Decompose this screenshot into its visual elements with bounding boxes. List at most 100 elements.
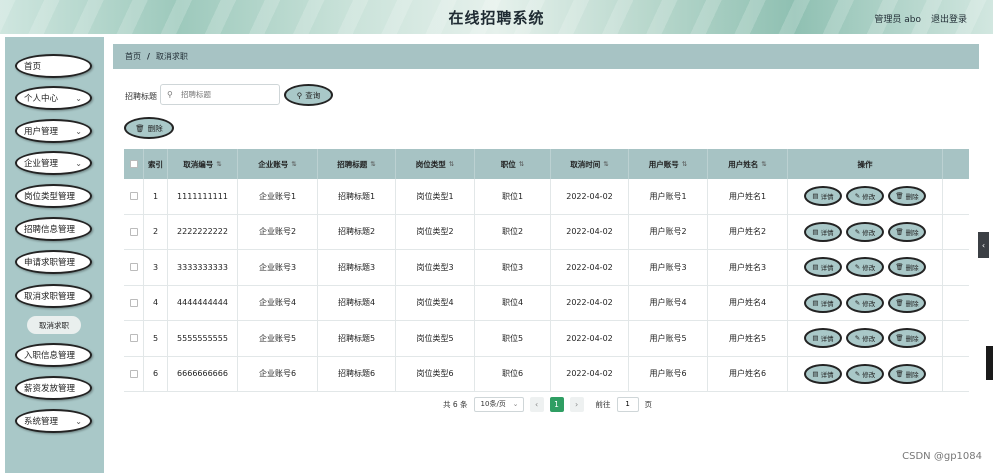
sidebar-item[interactable]: 系统管理 ⌄	[15, 409, 92, 433]
table-cell: 用户姓名1	[708, 179, 788, 214]
column-header-label: 岗位类型	[415, 159, 446, 169]
sidebar-item[interactable]: 岗位类型管理	[15, 184, 92, 208]
breadcrumb-home[interactable]: 首页	[125, 51, 141, 62]
table-cell: 4444444444	[168, 285, 238, 320]
admin-user-label[interactable]: 管理员 abo	[874, 12, 921, 25]
row-checkbox[interactable]	[129, 369, 138, 378]
table-cell: 3	[144, 250, 168, 285]
column-header[interactable]: 取消编号 ⇅	[168, 149, 238, 179]
column-header-label: 职位	[500, 159, 516, 169]
sidebar-item[interactable]: 申请求职管理	[15, 250, 92, 274]
next-page-button[interactable]: ›	[569, 396, 584, 412]
sidebar-item[interactable]: 招聘信息管理	[15, 217, 92, 241]
sort-icon[interactable]: ⇅	[761, 160, 766, 168]
row-checkbox-cell	[124, 179, 144, 214]
table-cell: 用户账号5	[629, 321, 708, 356]
detail-button[interactable]: ▤ 详情	[804, 221, 842, 242]
table-cell: 2	[144, 214, 168, 249]
sidebar-item-label: 系统管理	[24, 417, 59, 427]
column-header[interactable]: 用户账号 ⇅	[629, 149, 708, 179]
row-checkbox[interactable]	[129, 192, 138, 201]
sidebar-item-label: 入职信息管理	[24, 351, 76, 361]
sort-icon[interactable]: ⇅	[291, 160, 296, 168]
sort-icon[interactable]: ⇅	[519, 160, 524, 168]
sort-icon[interactable]: ⇅	[603, 160, 608, 168]
table-cell: 2022-04-02	[551, 356, 629, 391]
column-header[interactable]: 职位 ⇅	[475, 149, 551, 179]
delete-button[interactable]: 🗑 删除	[888, 363, 926, 384]
row-checkbox-cell	[124, 321, 144, 356]
detail-button[interactable]: ▤ 详情	[804, 363, 842, 384]
delete-button[interactable]: 🗑 删除	[888, 221, 926, 242]
table-cell: 职位4	[475, 285, 551, 320]
breadcrumb-separator: /	[147, 52, 150, 61]
delete-button-label: 删除	[147, 123, 163, 133]
delete-button[interactable]: 🗑 删除	[888, 292, 926, 313]
column-header[interactable]: 取消时间 ⇅	[551, 149, 629, 179]
select-all-checkbox[interactable]	[129, 160, 138, 168]
pencil-icon: ✎	[854, 192, 861, 201]
delete-button[interactable]: 🗑 删除	[888, 328, 926, 349]
edit-button-label: 修改	[862, 193, 876, 202]
sidebar-item[interactable]: 入职信息管理	[15, 343, 92, 367]
breadcrumb: 首页 / 取消求职	[113, 44, 979, 69]
row-actions: ▤ 详情 ✎ 修改 🗑 删除	[788, 356, 943, 391]
detail-button[interactable]: ▤ 详情	[804, 328, 842, 349]
table-cell: 招聘标题1	[318, 179, 396, 214]
search-input[interactable]	[160, 84, 280, 105]
chevron-down-icon: ⌄	[75, 159, 82, 168]
delete-button[interactable]: 🗑 删除	[888, 186, 926, 207]
delete-button-label: 删除	[905, 193, 919, 202]
table-row: 6 6666666666 企业账号6 招聘标题6 岗位类型6 职位6 2022-04-02 用…	[124, 356, 969, 392]
submenu-item-cancel[interactable]: 取消求职	[27, 316, 81, 334]
table-cell: 岗位类型5	[396, 321, 475, 356]
delete-button[interactable]: 🗑 删除	[888, 257, 926, 278]
sort-icon[interactable]: ⇅	[449, 160, 454, 168]
edit-button[interactable]: ✎ 修改	[846, 221, 884, 242]
table-cell: 2222222222	[168, 214, 238, 249]
column-header[interactable]: 企业账号 ⇅	[238, 149, 318, 179]
sidebar-item[interactable]: 薪资发放管理	[15, 376, 92, 400]
row-checkbox[interactable]	[129, 334, 138, 343]
prev-page-button[interactable]: ‹	[529, 396, 544, 412]
sidebar-item[interactable]: 取消求职管理	[15, 284, 92, 308]
table-row: 1 1111111111 企业账号1 招聘标题1 岗位类型1 职位1 2022-04-02 用…	[124, 179, 969, 215]
detail-button[interactable]: ▤ 详情	[804, 257, 842, 278]
edit-button[interactable]: ✎ 修改	[846, 363, 884, 384]
chevron-left-icon[interactable]: ‹	[978, 232, 989, 258]
batch-delete-button[interactable]: 🗑 删除	[124, 117, 174, 139]
sort-icon[interactable]: ⇅	[370, 160, 375, 168]
row-checkbox[interactable]	[129, 298, 138, 307]
detail-button-label: 详情	[820, 299, 834, 308]
sidebar-item-label: 薪资发放管理	[24, 384, 76, 394]
page-size-select[interactable]: 10条/页 ⌄	[473, 396, 524, 412]
column-header[interactable]: 招聘标题 ⇅	[318, 149, 396, 179]
table-cell: 岗位类型4	[396, 285, 475, 320]
column-header[interactable]: 用户姓名 ⇅	[708, 149, 788, 179]
sidebar-item[interactable]: 用户管理 ⌄	[15, 119, 92, 143]
edit-button[interactable]: ✎ 修改	[846, 257, 884, 278]
side-edge-tab[interactable]	[986, 346, 993, 380]
edit-button[interactable]: ✎ 修改	[846, 186, 884, 207]
pagination: 共 6 条 10条/页 ⌄ ‹ 1 › 前往 页	[443, 396, 652, 412]
table-cell: 岗位类型3	[396, 250, 475, 285]
column-header-label: 招聘标题	[337, 159, 368, 169]
sidebar-item[interactable]: 企业管理 ⌄	[15, 151, 92, 175]
edit-button[interactable]: ✎ 修改	[846, 292, 884, 313]
sidebar-item[interactable]: 个人中心 ⌄	[15, 86, 92, 110]
table-cell: 用户姓名3	[708, 250, 788, 285]
logout-link[interactable]: 退出登录	[931, 12, 967, 25]
row-checkbox[interactable]	[129, 263, 138, 272]
sort-icon[interactable]: ⇅	[682, 160, 687, 168]
sort-icon[interactable]: ⇅	[216, 160, 221, 168]
row-checkbox[interactable]	[129, 227, 138, 236]
column-header[interactable]: 岗位类型 ⇅	[396, 149, 475, 179]
goto-page-input[interactable]	[616, 396, 639, 412]
page-number-current[interactable]: 1	[549, 396, 564, 412]
query-button[interactable]: ⚲ 查询	[284, 84, 333, 106]
sidebar-item[interactable]: 首页	[15, 54, 92, 78]
detail-button[interactable]: ▤ 详情	[804, 292, 842, 313]
detail-button[interactable]: ▤ 详情	[804, 186, 842, 207]
edit-button[interactable]: ✎ 修改	[846, 328, 884, 349]
table-cell: 用户账号6	[629, 356, 708, 391]
